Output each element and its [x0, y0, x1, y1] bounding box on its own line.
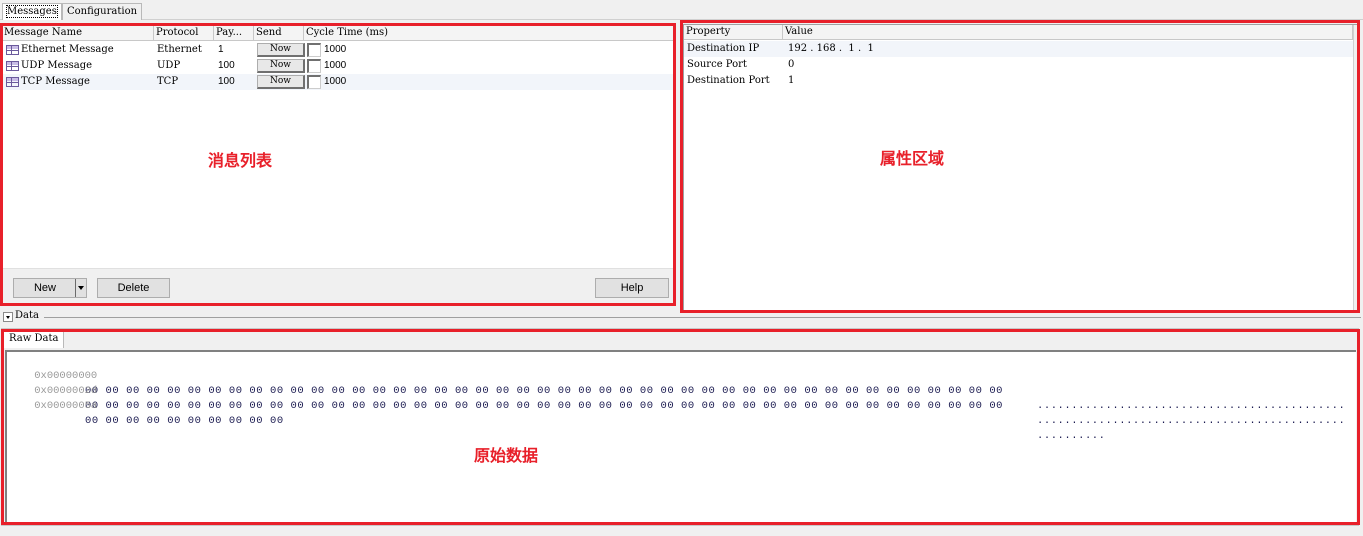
property-row[interactable]: Destination Port 1 [684, 73, 1359, 89]
property-name: Destination IP [687, 43, 760, 54]
tab-messages-label: Messages [6, 5, 58, 18]
raw-data-hex-view[interactable]: 0x00000000 00 00 00 00 00 00 00 00 00 00… [5, 350, 1356, 522]
hex-bytes: 00 00 00 00 00 00 00 00 00 00 00 00 00 0… [85, 400, 1004, 412]
hex-ascii: .......... [1037, 430, 1106, 442]
table-row[interactable]: UDP Message UDP 100 Now 1000 [2, 58, 673, 74]
message-name: TCP Message [21, 76, 90, 87]
main-tab-bar: Messages Configuration [0, 0, 1363, 20]
property-name: Source Port [687, 59, 747, 70]
column-header-message-name[interactable]: Message Name [2, 26, 154, 41]
message-icon [6, 77, 19, 87]
cycle-time-value[interactable]: 1000 [324, 58, 346, 74]
delete-button[interactable]: Delete [97, 278, 170, 298]
column-header-value[interactable]: Value [783, 25, 1353, 40]
message-protocol: UDP [157, 60, 181, 71]
data-section-header: Data [0, 310, 1363, 323]
annotation-properties: 属性区域 [880, 149, 945, 168]
properties-scrollbar[interactable] [1353, 25, 1359, 310]
column-header-send[interactable]: Send [254, 26, 304, 41]
message-name: Ethernet Message [21, 44, 114, 55]
property-value[interactable]: 192 . 168 . 1 . 1 [788, 41, 874, 57]
message-icon [6, 45, 19, 55]
send-now-button[interactable]: Now [257, 43, 305, 57]
message-name: UDP Message [21, 60, 93, 71]
property-value[interactable]: 1 [788, 73, 794, 89]
hex-ascii: ........................................… [1037, 400, 1346, 412]
message-protocol: Ethernet [157, 44, 202, 55]
dropdown-arrow-icon[interactable] [75, 279, 86, 297]
annotation-raw-data: 原始数据 [474, 446, 539, 465]
collapse-icon[interactable] [3, 312, 13, 322]
cyclic-checkbox[interactable] [307, 75, 321, 89]
new-button-label: New [33, 282, 56, 294]
tab-configuration[interactable]: Configuration [62, 3, 143, 20]
property-row[interactable]: Source Port 0 [684, 57, 1359, 73]
column-header-cycle-time[interactable]: Cycle Time (ms) [304, 26, 675, 41]
annotation-message-list: 消息列表 [208, 151, 273, 170]
message-button-bar: New Delete Help [1, 268, 673, 304]
hex-line: 0x0000002d 00 00 00 00 00 00 00 00 00 00… [9, 369, 1349, 427]
properties-header: Property Value [684, 25, 1359, 40]
property-value[interactable]: 0 [788, 57, 794, 73]
hex-address: 0x0000005a [34, 400, 98, 412]
message-icon [6, 61, 19, 71]
column-header-property[interactable]: Property [684, 25, 783, 40]
message-payload: 1 [218, 44, 224, 55]
send-now-button[interactable]: Now [257, 75, 305, 89]
hex-bytes: 00 00 00 00 00 00 00 00 00 00 [85, 415, 284, 427]
tab-messages[interactable]: Messages [2, 3, 62, 20]
table-row[interactable]: TCP Message TCP 100 Now 1000 [2, 74, 673, 90]
cyclic-checkbox[interactable] [307, 43, 321, 57]
tab-configuration-label: Configuration [67, 6, 138, 17]
column-header-payload[interactable]: Pay... [214, 26, 254, 41]
cycle-time-value[interactable]: 1000 [324, 42, 346, 58]
hex-line: 0x0000005a 00 00 00 00 00 00 00 00 00 00… [9, 384, 1349, 442]
data-section-label: Data [15, 310, 41, 321]
column-header-protocol[interactable]: Protocol [154, 26, 214, 41]
help-button[interactable]: Help [595, 278, 669, 298]
tab-raw-data[interactable]: Raw Data [3, 330, 65, 348]
message-list-panel: Message Name Protocol Pay... Send Cycle … [1, 25, 674, 269]
properties-panel: Property Value Destination IP 192 . 168 … [683, 24, 1360, 311]
send-now-button[interactable]: Now [257, 59, 305, 73]
new-button[interactable]: New [13, 278, 87, 298]
property-row[interactable]: Destination IP 192 . 168 . 1 . 1 [684, 41, 1359, 57]
hex-line: 0x00000000 00 00 00 00 00 00 00 00 00 00… [9, 354, 1349, 412]
cyclic-checkbox[interactable] [307, 59, 321, 73]
table-row[interactable]: Ethernet Message Ethernet 1 Now 1000 [2, 42, 673, 58]
property-name: Destination Port [687, 75, 770, 86]
message-protocol: TCP [157, 76, 179, 87]
hex-ascii: ........................................… [1037, 415, 1346, 427]
message-payload: 100 [218, 60, 235, 71]
message-list-header: Message Name Protocol Pay... Send Cycle … [2, 26, 673, 41]
message-payload: 100 [218, 76, 235, 87]
cycle-time-value[interactable]: 1000 [324, 74, 346, 90]
section-divider [44, 317, 1361, 318]
